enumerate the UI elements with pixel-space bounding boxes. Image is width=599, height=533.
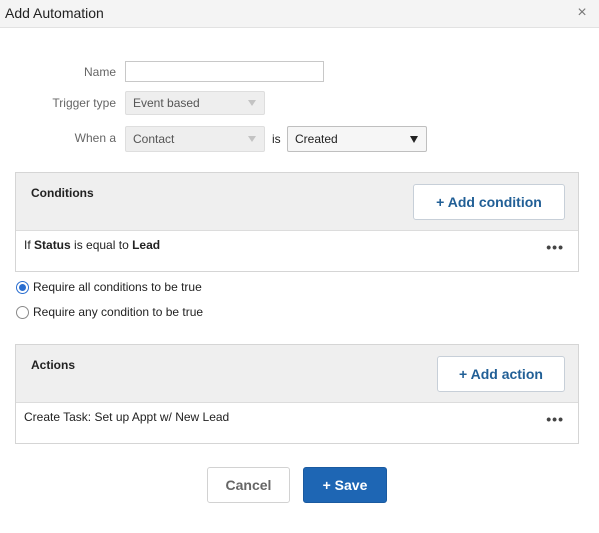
add-automation-dialog: Add Automation × Name Trigger type Event… <box>0 0 599 533</box>
event-select-value: Created <box>295 132 338 146</box>
add-condition-button[interactable]: + Add condition <box>413 184 565 220</box>
condition-value: Lead <box>132 238 161 252</box>
require-all-option[interactable]: Require all conditions to be true <box>16 279 202 295</box>
trigger-type-value: Event based <box>133 96 200 110</box>
action-row[interactable]: Create Task: Set up Appt w/ New Lead ••• <box>16 403 578 443</box>
event-select[interactable]: Created <box>287 126 427 152</box>
caret-down-icon <box>248 136 256 142</box>
require-any-radio[interactable] <box>16 305 29 319</box>
close-icon[interactable]: × <box>573 3 591 23</box>
caret-down-icon <box>248 100 256 106</box>
object-select: Contact <box>125 126 265 152</box>
name-label: Name <box>83 65 116 79</box>
action-text: Create Task: Set up Appt w/ New Lead <box>24 410 230 424</box>
is-label: is <box>272 132 281 146</box>
dialog-title: Add Automation <box>5 5 104 21</box>
name-input[interactable] <box>125 61 324 82</box>
more-icon[interactable]: ••• <box>546 411 564 427</box>
require-any-label: Require any condition to be true <box>33 305 204 319</box>
trigger-type-select: Event based <box>125 91 265 115</box>
trigger-type-label: Trigger type <box>52 96 116 110</box>
require-all-label: Require all conditions to be true <box>33 280 202 294</box>
condition-row[interactable]: If Status is equal to Lead ••• <box>16 231 578 271</box>
more-icon[interactable]: ••• <box>546 239 564 255</box>
when-label: When a <box>74 131 116 145</box>
caret-down-icon <box>410 136 418 143</box>
save-button[interactable]: + Save <box>303 467 387 503</box>
add-action-button[interactable]: + Add action <box>437 356 565 392</box>
actions-title: Actions <box>31 358 76 372</box>
condition-field: Status <box>34 238 71 252</box>
conditions-panel: Conditions + Add condition If Status is … <box>15 172 579 272</box>
dialog-titlebar: Add Automation × <box>0 0 599 28</box>
actions-panel-header: Actions + Add action <box>16 345 578 403</box>
require-any-option[interactable]: Require any condition to be true <box>16 304 203 320</box>
object-select-value: Contact <box>133 132 175 146</box>
conditions-title: Conditions <box>31 186 94 200</box>
cancel-button[interactable]: Cancel <box>207 467 290 503</box>
condition-text: If Status is equal to Lead <box>24 238 161 252</box>
actions-panel: Actions + Add action Create Task: Set up… <box>15 344 579 444</box>
conditions-panel-header: Conditions + Add condition <box>16 173 578 231</box>
require-all-radio[interactable] <box>16 280 29 294</box>
